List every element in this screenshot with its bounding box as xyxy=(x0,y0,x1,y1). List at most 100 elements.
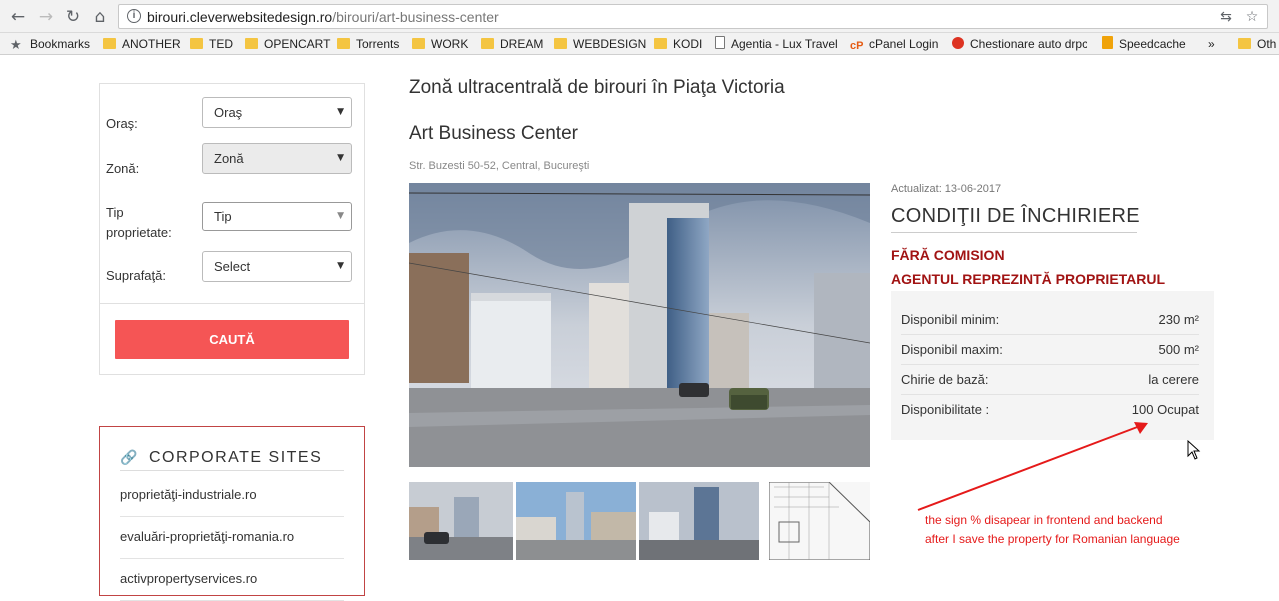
detail-key: Chirie de bază: xyxy=(901,372,989,387)
thumbnail-image xyxy=(409,482,513,560)
bookmark-item[interactable]: Chestionare auto drpc xyxy=(952,36,1087,52)
search-button[interactable]: CAUTĂ xyxy=(115,320,349,359)
reload-icon[interactable]: ↻ xyxy=(63,7,83,27)
mouse-cursor-icon xyxy=(1187,440,1201,460)
folder-icon xyxy=(245,38,258,49)
property-type-select-value: Tip xyxy=(214,209,232,224)
forward-icon[interactable]: → xyxy=(36,7,56,27)
no-commission-label: FĂRĂ COMISION xyxy=(891,247,1005,263)
bookmark-label: Agentia - Lux Travel xyxy=(731,37,838,51)
thumbnail-photo[interactable] xyxy=(516,482,636,560)
bookmarks-overflow-button[interactable]: » xyxy=(1208,36,1215,52)
corporate-link[interactable]: proprietăţi-industriale.ro xyxy=(120,475,344,517)
detail-value: 230 m² xyxy=(1158,312,1199,327)
url-text[interactable]: birouri.cleverwebsitedesign.ro/birouri/a… xyxy=(147,9,499,25)
bookmark-item[interactable]: WORK xyxy=(412,36,468,52)
divider xyxy=(891,232,1137,233)
thumbnail-photo[interactable] xyxy=(409,482,513,560)
annotation-arrow-icon xyxy=(917,422,1148,511)
dropdown-arrow-icon: ▼ xyxy=(337,153,344,163)
area-label: Suprafaţă: xyxy=(106,268,166,283)
translate-icon[interactable]: ⇆ xyxy=(1217,8,1235,26)
corporate-link[interactable]: activpropertyservices.ro xyxy=(120,559,344,601)
corporate-link[interactable]: evaluări-proprietăţi-romania.ro xyxy=(120,517,344,559)
bookmark-item[interactable]: OPENCART xyxy=(245,36,330,52)
updated-date: Actualizat: 13-06-2017 xyxy=(891,183,1002,195)
bookmark-item[interactable]: cP cPanel Login xyxy=(850,36,938,52)
folder-icon xyxy=(190,38,203,49)
document-icon xyxy=(715,36,725,49)
folder-icon xyxy=(481,38,494,49)
link-icon: 🔗 xyxy=(120,450,139,466)
corporate-sites-box: 🔗 CORPORATE SITES proprietăţi-industriale… xyxy=(99,426,365,601)
thumbnail-image xyxy=(516,482,636,560)
agent-label: AGENTUL REPREZINTĂ PROPRIETARUL xyxy=(891,271,1166,287)
area-select[interactable]: Select ▼ xyxy=(202,251,352,282)
bookmark-label: Bookmarks xyxy=(30,37,91,51)
thumbnail-image xyxy=(639,482,759,560)
bookmark-label: WORK xyxy=(431,37,469,51)
property-type-select[interactable]: Tip ▼ xyxy=(202,202,352,231)
cpanel-icon: cP xyxy=(850,40,864,52)
bookmark-item[interactable]: WEBDESIGN xyxy=(554,36,646,52)
city-label: Oraş: xyxy=(106,116,138,131)
property-type-label: Tip xyxy=(106,205,124,220)
bookmark-star-icon[interactable]: ☆ xyxy=(1243,8,1261,26)
bookmark-label: WEBDESIGN xyxy=(573,37,647,51)
dropdown-arrow-icon: ▼ xyxy=(337,107,344,117)
detail-value: la cerere xyxy=(1148,372,1199,387)
thumbnail-photo[interactable] xyxy=(639,482,759,560)
detail-row: Chirie de bază: la cerere xyxy=(901,365,1199,395)
bookmark-label: Chestionare auto drpc xyxy=(970,37,1087,51)
property-name: Art Business Center xyxy=(409,123,578,144)
bookmark-item[interactable]: ANOTHER xyxy=(103,36,181,52)
bookmark-label: ANOTHER xyxy=(122,37,181,51)
page-title: Zonă ultracentrală de birouri în Piaţa V… xyxy=(409,77,785,98)
bookmark-label: Oth xyxy=(1257,37,1277,51)
url-path: /birouri/art-business-center xyxy=(332,9,499,25)
bookmark-label: Speedcache xyxy=(1119,37,1186,51)
bookmark-item[interactable]: Torrents xyxy=(337,36,399,52)
folder-icon xyxy=(337,38,350,49)
bookmark-label: OPENCART xyxy=(264,37,331,51)
bookmark-label: TED xyxy=(209,37,233,51)
floorplan-image xyxy=(769,482,870,560)
thumbnail-floorplan[interactable] xyxy=(769,482,870,560)
folder-icon xyxy=(654,38,667,49)
property-address: Str. Buzesti 50-52, Central, Bucureşti xyxy=(409,160,590,172)
detail-value: 500 m² xyxy=(1158,342,1199,357)
bookmark-item[interactable]: KODI xyxy=(654,36,702,52)
main-property-photo[interactable] xyxy=(409,183,870,467)
zone-select[interactable]: Zonă ▼ xyxy=(202,143,352,174)
city-select-value: Oraş xyxy=(214,105,243,120)
speedcache-icon xyxy=(1102,36,1113,49)
area-select-value: Select xyxy=(214,259,251,274)
city-select[interactable]: Oraş ▼ xyxy=(202,97,352,128)
bookmark-label: cPanel Login xyxy=(869,37,939,51)
info-icon[interactable]: i xyxy=(127,9,141,23)
detail-key: Disponibil minim: xyxy=(901,312,1000,327)
detail-key: Disponibilitate : xyxy=(901,402,990,417)
conditions-title: CONDIŢII DE ÎNCHIRIERE xyxy=(891,205,1140,227)
browser-toolbar: ← → ↻ ⌂ i birouri.cleverwebsitedesign.ro… xyxy=(0,0,1279,33)
divider xyxy=(100,303,364,304)
divider xyxy=(120,470,344,471)
bookmark-item[interactable]: Speedcache xyxy=(1102,36,1186,52)
back-icon[interactable]: ← xyxy=(8,7,28,27)
bookmark-item[interactable]: Oth xyxy=(1238,36,1276,52)
bookmark-item[interactable]: DREAM xyxy=(481,36,543,52)
bookmark-item[interactable]: ★ Bookmarks xyxy=(10,36,91,53)
detail-row: Disponibil minim: 230 m² xyxy=(901,305,1199,335)
address-bar[interactable]: i birouri.cleverwebsitedesign.ro/birouri… xyxy=(118,4,1268,29)
zone-label: Zonă: xyxy=(106,161,140,176)
annotation-line: after I save the property for Romanian l… xyxy=(925,532,1180,546)
dropdown-arrow-icon: ▼ xyxy=(337,211,344,221)
detail-key: Disponibil maxim: xyxy=(901,342,1003,357)
search-filter-box: Oraş: Oraş ▼ Zonă: Zonă ▼ Tip proprietate:… xyxy=(99,83,365,375)
home-icon[interactable]: ⌂ xyxy=(90,7,110,27)
property-type-label-2: proprietate: xyxy=(106,225,172,240)
bookmark-item[interactable]: TED xyxy=(190,36,233,52)
bookmark-item[interactable]: Agentia - Lux Travel xyxy=(715,36,838,52)
zone-select-value: Zonă xyxy=(214,151,244,166)
detail-value: 100 Ocupat xyxy=(1131,402,1199,417)
